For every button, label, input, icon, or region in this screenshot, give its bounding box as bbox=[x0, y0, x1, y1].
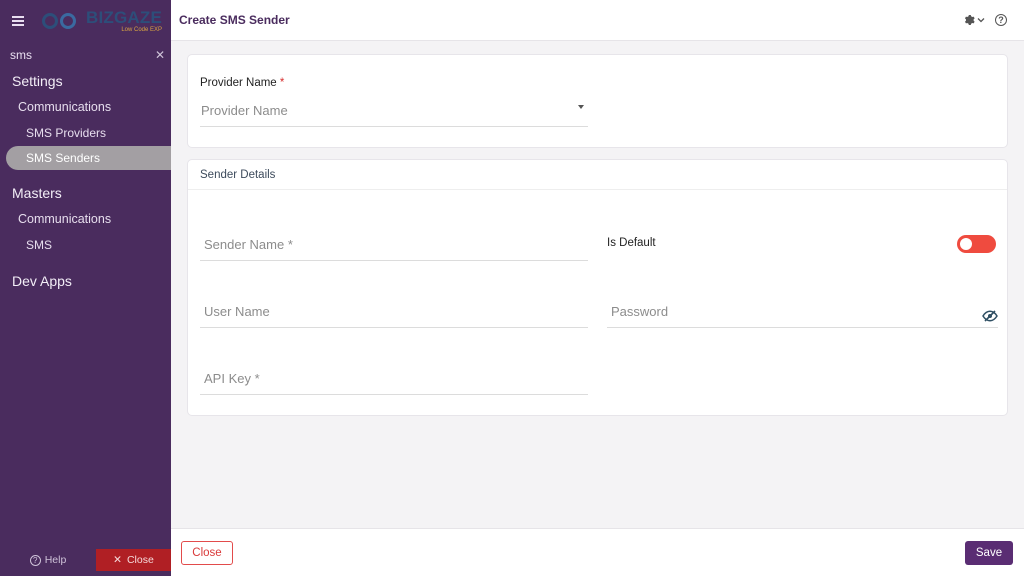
password-field[interactable]: Password bbox=[607, 299, 998, 328]
is-default-toggle[interactable] bbox=[957, 235, 996, 253]
user-name-placeholder: User Name bbox=[204, 304, 270, 319]
form-footer: Close Save bbox=[171, 528, 1024, 576]
clear-search-icon[interactable]: ✕ bbox=[155, 48, 165, 62]
logo: BIZGAZE Low Code EXP bbox=[40, 9, 162, 33]
sidebar-heading-masters[interactable]: Masters bbox=[0, 180, 171, 206]
help-icon[interactable]: ? bbox=[995, 14, 1007, 26]
sidebar-close-button[interactable]: ✕ Close bbox=[96, 549, 171, 571]
settings-dropdown[interactable] bbox=[963, 14, 985, 26]
sidebar-heading-dev-apps[interactable]: Dev Apps bbox=[0, 268, 171, 294]
help-button[interactable]: ? Help bbox=[0, 554, 96, 566]
page-title: Create SMS Sender bbox=[179, 13, 290, 27]
main-panel: Create SMS Sender ? Provider Name * Prov… bbox=[171, 0, 1024, 576]
sender-details-card: Sender Details Sender Name * Is Default … bbox=[187, 159, 1008, 416]
provider-name-label: Provider Name * bbox=[200, 77, 285, 89]
close-icon: ✕ bbox=[113, 554, 122, 566]
page-header: Create SMS Sender ? bbox=[171, 0, 1024, 41]
provider-card: Provider Name * Provider Name bbox=[187, 54, 1008, 148]
save-button[interactable]: Save bbox=[965, 541, 1013, 565]
sender-name-field[interactable]: Sender Name * bbox=[200, 232, 588, 261]
sidebar-group-communications-masters[interactable]: Communications bbox=[0, 206, 171, 232]
close-button[interactable]: Close bbox=[181, 541, 233, 565]
sender-name-placeholder: Sender Name * bbox=[204, 237, 293, 252]
logo-tagline: Low Code EXP bbox=[121, 27, 163, 33]
sidebar-search-value: sms bbox=[10, 48, 32, 62]
sender-details-title: Sender Details bbox=[188, 160, 1007, 190]
sidebar-item-sms[interactable]: SMS bbox=[0, 232, 171, 258]
help-label: Help bbox=[44, 554, 67, 566]
sidebar-search[interactable]: sms ✕ bbox=[0, 42, 171, 68]
menu-icon[interactable] bbox=[12, 16, 24, 26]
gear-icon bbox=[964, 15, 975, 26]
sidebar-heading-settings[interactable]: Settings bbox=[0, 68, 171, 94]
api-key-field[interactable]: API Key * bbox=[200, 366, 588, 395]
sidebar-item-sms-providers[interactable]: SMS Providers bbox=[0, 120, 171, 146]
sidebar-group-communications[interactable]: Communications bbox=[0, 94, 171, 120]
sidebar-item-sms-senders[interactable]: SMS Senders bbox=[6, 146, 171, 170]
sidebar-close-label: Close bbox=[126, 554, 154, 566]
logo-word: BIZGAZE bbox=[86, 8, 163, 27]
user-name-field[interactable]: User Name bbox=[200, 299, 588, 328]
sidebar-footer: ? Help ✕ Close bbox=[0, 547, 171, 573]
api-key-placeholder: API Key * bbox=[204, 371, 260, 386]
password-placeholder: Password bbox=[611, 304, 669, 319]
chevron-down-icon bbox=[977, 18, 985, 23]
eye-slash-icon[interactable] bbox=[982, 310, 998, 322]
sidebar-header: BIZGAZE Low Code EXP bbox=[0, 0, 171, 42]
provider-name-placeholder: Provider Name bbox=[201, 103, 288, 118]
provider-name-select[interactable]: Provider Name bbox=[200, 99, 588, 127]
sidebar: BIZGAZE Low Code EXP sms ✕ Settings Comm… bbox=[0, 0, 171, 576]
caret-down-icon bbox=[578, 105, 584, 109]
is-default-label: Is Default bbox=[607, 237, 656, 249]
help-icon: ? bbox=[29, 554, 41, 566]
logo-mark-icon bbox=[40, 11, 82, 31]
